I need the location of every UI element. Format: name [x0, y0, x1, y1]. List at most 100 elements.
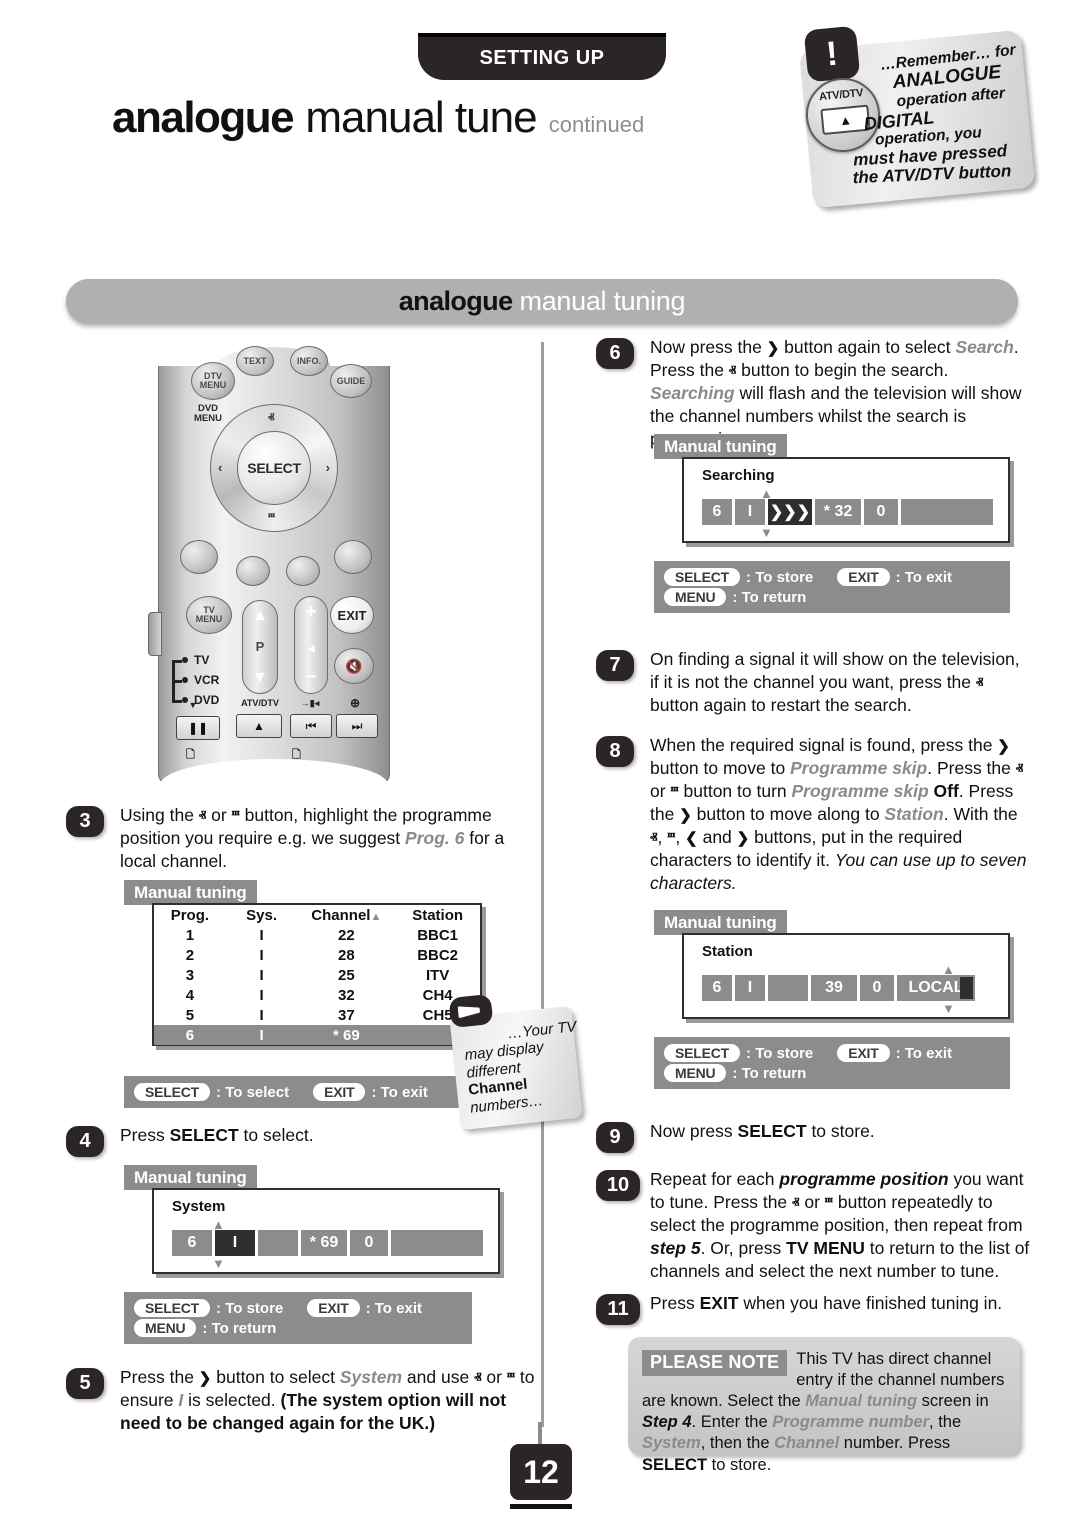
volume-plus-icon[interactable]: +	[305, 601, 317, 624]
remote-atv-dtv-button[interactable]: ▲	[236, 714, 282, 738]
remote-text-label: TEXT	[243, 355, 267, 366]
table-footer-bar: SELECT : To select EXIT : To exit	[124, 1076, 468, 1108]
remote-guide-button[interactable]: GUIDE	[330, 364, 372, 398]
step-5-number: 5	[66, 1368, 104, 1399]
remote-colour-button-4[interactable]	[334, 540, 372, 574]
footer-key-select-2[interactable]: SELECT	[134, 1299, 211, 1317]
remote-exit-button[interactable]: EXIT	[330, 596, 374, 634]
station-down-caret-icon[interactable]: ▼	[942, 1001, 955, 1016]
remote-dtv-menu-button[interactable]: DTV MENU	[191, 362, 235, 400]
system-down-caret-icon[interactable]: ▼	[212, 1256, 225, 1271]
system-cell-4[interactable]: 0	[350, 1230, 388, 1256]
remote-select-button[interactable]: SELECT	[237, 431, 311, 505]
searching-cell-1[interactable]: I	[735, 499, 765, 525]
remote-side-tab	[148, 612, 162, 656]
manual-tuning-tab-2: Manual tuning	[124, 1165, 257, 1190]
system-cell-5[interactable]	[391, 1230, 483, 1256]
remote-text-button[interactable]: TEXT	[236, 346, 274, 376]
table-row[interactable]: 2 I 28 BBC2	[154, 945, 480, 965]
wide-cap-icon: ⊕	[349, 696, 361, 710]
cell-prog: 1	[185, 926, 195, 944]
system-cell-3[interactable]: * 69	[301, 1230, 347, 1256]
step-6-number: 6	[596, 338, 634, 369]
remote-colour-button-1[interactable]	[180, 540, 218, 574]
table-row[interactable]: 5 I 37 CH5	[154, 1005, 480, 1025]
cell-prog: 5	[185, 1006, 195, 1024]
cell-sys: I	[259, 986, 264, 1004]
station-cell-4[interactable]: 0	[860, 975, 894, 1001]
remote-tv-menu-button[interactable]: TV MENU	[186, 596, 232, 634]
remote-forward-button[interactable]: ⏭	[336, 714, 378, 738]
programme-p-label: P	[255, 639, 265, 654]
footer-key-menu-4[interactable]: MENU	[664, 1064, 727, 1082]
manual-tuning-tab-3: Manual tuning	[654, 434, 787, 459]
remote-dpad[interactable]: ⱏ ⱎ ‹ › SELECT	[210, 404, 338, 532]
system-cell-2[interactable]	[258, 1230, 298, 1256]
searching-cell-2[interactable]: ❯❯❯	[768, 499, 812, 525]
table-row[interactable]: 4 I 32 CH4	[154, 985, 480, 1005]
searching-cell-0[interactable]: 6	[702, 499, 732, 525]
dpad-left-icon[interactable]: ‹	[218, 460, 222, 475]
remote-programme-rocker[interactable]: ▲ P ▼	[242, 600, 278, 694]
station-cell-2[interactable]	[768, 975, 808, 1001]
section-banner-regular: manual tuning	[519, 286, 686, 316]
station-cell-3[interactable]: 39	[811, 975, 857, 1001]
dpad-up-icon[interactable]: ⱏ	[268, 410, 274, 426]
station-cell-1[interactable]: I	[735, 975, 765, 1001]
cell-sys: I	[259, 926, 264, 944]
footer-action-menu-3: : To return	[732, 588, 807, 606]
table-row[interactable]: 1 I 22 BBC1	[154, 925, 480, 945]
remote-dtv-menu-label: DTV MENU	[199, 371, 227, 390]
page-title-suffix: continued	[548, 112, 645, 137]
system-cell-1[interactable]: I	[215, 1230, 255, 1256]
forward-icon: ⏭	[351, 718, 363, 733]
searching-cell-5[interactable]	[901, 499, 993, 525]
page-title-regular: manual tune	[305, 93, 537, 142]
col-sys: Sys.	[246, 906, 277, 924]
pause-icon: ❚❚	[187, 721, 209, 735]
footer-key-exit-2[interactable]: EXIT	[307, 1299, 360, 1317]
searching-cell-4[interactable]: 0	[864, 499, 898, 525]
system-screen-box: System ▲ 6 I * 69 0 ▼	[152, 1188, 500, 1274]
remote-colour-button-3[interactable]	[286, 556, 320, 586]
remote-info-button[interactable]: INFO.	[290, 346, 328, 376]
programme-down-icon[interactable]: ▼	[252, 669, 268, 687]
step-7-number: 7	[596, 650, 634, 681]
cell-sys: I	[259, 946, 264, 964]
footer-key-menu-2[interactable]: MENU	[134, 1319, 197, 1337]
remote-mute-icon[interactable]: 🔇	[334, 648, 374, 684]
dpad-down-icon[interactable]: ⱎ	[268, 510, 275, 526]
table-row[interactable]: 3 I 25 ITV	[154, 965, 480, 985]
footer-action-select-4: : To store	[746, 1044, 814, 1062]
searching-cell-3[interactable]: * 32	[815, 499, 861, 525]
table-scroll-down-icon[interactable]: ▼	[154, 1027, 480, 1042]
cell-sys: I	[259, 966, 264, 984]
footer-key-exit-1[interactable]: EXIT	[313, 1083, 366, 1101]
footer-key-exit-3[interactable]: EXIT	[837, 568, 890, 586]
system-cell-0[interactable]: 6	[172, 1230, 212, 1256]
footer-key-menu-3[interactable]: MENU	[664, 588, 727, 606]
dpad-right-icon[interactable]: ›	[326, 460, 330, 475]
footer-key-select-3[interactable]: SELECT	[664, 568, 741, 586]
cell-channel: 37	[337, 1006, 355, 1024]
section-banner-bold: analogue	[398, 286, 513, 316]
footer-key-select-1[interactable]: SELECT	[134, 1083, 211, 1101]
cell-channel: 25	[337, 966, 355, 984]
pause-cap-icon: ▼	[188, 700, 198, 710]
footer-action-menu-2: : To return	[202, 1319, 277, 1337]
remote-pause-button[interactable]: ❚❚	[176, 716, 220, 740]
remote-volume-rocker[interactable]: + ◂ −	[294, 596, 328, 694]
footer-key-exit-4[interactable]: EXIT	[837, 1044, 890, 1062]
footer-key-select-4[interactable]: SELECT	[664, 1044, 741, 1062]
step-8-text: When the required signal is found, press…	[650, 735, 1027, 893]
searching-footer-row-1: SELECT : To store EXIT : To exit	[664, 568, 1000, 586]
exclamation-icon: !	[803, 25, 861, 83]
footer-action-exit-4: : To exit	[895, 1044, 952, 1062]
programme-up-icon[interactable]: ▲	[252, 607, 268, 625]
station-cell-5[interactable]: LOCAL	[897, 975, 975, 1001]
remote-colour-button-2[interactable]	[236, 556, 270, 586]
volume-minus-icon[interactable]: −	[305, 666, 317, 689]
station-cell-0[interactable]: 6	[702, 975, 732, 1001]
remote-rewind-button[interactable]: ⏮	[290, 714, 332, 738]
searching-down-caret-icon[interactable]: ▼	[760, 525, 773, 540]
